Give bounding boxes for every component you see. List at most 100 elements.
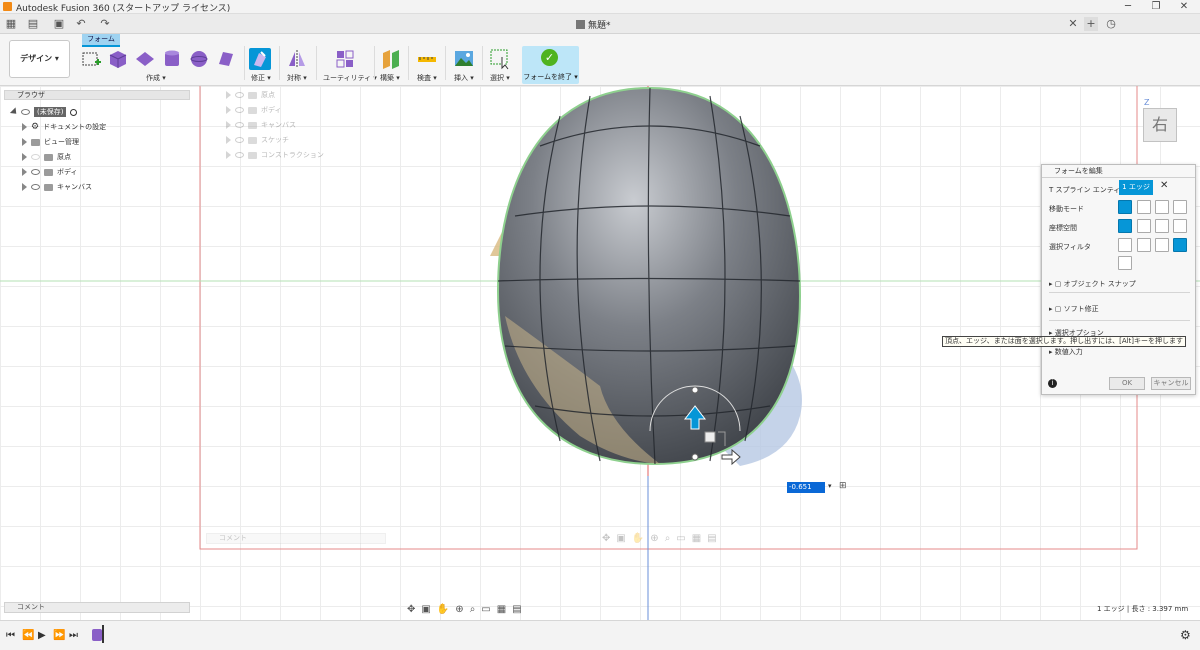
viewport-canvas[interactable] bbox=[0, 86, 1200, 620]
construct-plane-icon[interactable] bbox=[380, 48, 402, 70]
expand-icon[interactable] bbox=[22, 138, 27, 146]
distance-input[interactable]: -0.651 mm bbox=[787, 482, 825, 502]
look-at-icon[interactable]: ▣ bbox=[421, 604, 430, 615]
undo-icon[interactable]: ↶ bbox=[74, 17, 88, 31]
settings-gear-icon[interactable]: ⚙ bbox=[1180, 628, 1191, 642]
clear-selection-icon[interactable]: ✕ bbox=[1160, 180, 1168, 191]
expand-icon[interactable] bbox=[22, 183, 27, 191]
move-mode-multi-icon[interactable] bbox=[1118, 200, 1132, 214]
box-icon[interactable] bbox=[107, 48, 129, 70]
minimize-icon[interactable]: ─ bbox=[1114, 0, 1142, 14]
browser-item-named-views[interactable]: ビュー管理 bbox=[22, 136, 79, 148]
utilities-icon[interactable] bbox=[334, 48, 356, 70]
visibility-eye-icon[interactable] bbox=[31, 169, 40, 175]
browser-item-bodies[interactable]: ボディ bbox=[22, 166, 78, 178]
select-icon[interactable] bbox=[489, 48, 511, 70]
folder-icon bbox=[44, 183, 53, 191]
expand-icon[interactable] bbox=[22, 123, 27, 131]
display-settings-icon[interactable]: ▭ bbox=[481, 604, 490, 615]
orbit-icon[interactable]: ✥ bbox=[407, 604, 415, 615]
create-form-sketch-icon[interactable] bbox=[80, 48, 102, 70]
job-status-icon[interactable]: ◷ bbox=[1104, 17, 1118, 31]
object-snap-section[interactable]: ▸ ▢ オブジェクト スナップ bbox=[1049, 279, 1136, 289]
filter-face-icon[interactable] bbox=[1155, 238, 1169, 252]
coord-view-space-icon[interactable] bbox=[1118, 219, 1132, 233]
maximize-icon[interactable]: ❐ bbox=[1142, 0, 1170, 14]
fit-icon[interactable]: ⌕ bbox=[470, 604, 476, 615]
insert-group-label[interactable]: 挿入 ▾ bbox=[454, 73, 474, 83]
construct-group-label[interactable]: 構築 ▾ bbox=[380, 73, 400, 83]
step-forward-icon[interactable]: ⏩ bbox=[53, 630, 65, 641]
activate-radio-icon[interactable] bbox=[70, 108, 78, 116]
expand-icon[interactable] bbox=[22, 153, 27, 161]
cancel-button[interactable]: キャンセル bbox=[1151, 377, 1191, 390]
expand-icon[interactable] bbox=[22, 168, 27, 176]
visibility-eye-icon[interactable] bbox=[31, 154, 40, 160]
move-mode-translate-icon[interactable] bbox=[1137, 200, 1151, 214]
document-tab[interactable]: 無題* bbox=[576, 17, 611, 31]
edit-form-title[interactable]: フォームを編集 bbox=[1042, 165, 1195, 178]
insert-image-icon[interactable] bbox=[453, 48, 475, 70]
dropdown-caret-icon[interactable]: ▾ bbox=[828, 482, 832, 490]
coord-local-space-icon[interactable] bbox=[1155, 219, 1169, 233]
inspect-group-label[interactable]: 検査 ▾ bbox=[417, 73, 437, 83]
viewcube[interactable]: 右 bbox=[1143, 108, 1177, 142]
edit-form-icon[interactable] bbox=[249, 48, 271, 70]
cylinder-icon[interactable] bbox=[161, 48, 183, 70]
visibility-eye-icon[interactable] bbox=[31, 184, 40, 190]
browser-item-canvases[interactable]: キャンバス bbox=[22, 181, 92, 193]
workspace-switcher[interactable]: デザイン ▾ bbox=[9, 40, 70, 78]
symmetry-group-label[interactable]: 対称 ▾ bbox=[287, 73, 307, 83]
add-input-icon[interactable]: ⊞ bbox=[839, 481, 847, 491]
play-icon[interactable]: ▶ bbox=[38, 630, 46, 641]
filter-vertex-icon[interactable] bbox=[1118, 238, 1132, 252]
soft-modify-section[interactable]: ▸ ▢ ソフト修正 bbox=[1049, 304, 1099, 314]
file-icon[interactable]: ▤ bbox=[26, 17, 40, 31]
info-icon[interactable]: i bbox=[1048, 379, 1057, 388]
finish-form-button[interactable]: ✓ フォームを終了 ▾ bbox=[522, 46, 579, 84]
comments-panel[interactable]: コメント bbox=[4, 602, 190, 613]
create-group-label[interactable]: 作成 ▾ bbox=[146, 73, 166, 83]
pan-icon[interactable]: ✋ bbox=[437, 604, 449, 615]
modify-group-label[interactable]: 修正 ▾ bbox=[251, 73, 271, 83]
mirror-icon[interactable] bbox=[286, 48, 308, 70]
filter-edge-icon[interactable] bbox=[1137, 238, 1151, 252]
quadball-icon[interactable] bbox=[215, 48, 237, 70]
new-tab-icon[interactable]: + bbox=[1084, 17, 1098, 31]
move-mode-scale-icon[interactable] bbox=[1173, 200, 1187, 214]
grid-menu-icon[interactable]: ▦ bbox=[4, 17, 18, 31]
filter-body-icon[interactable] bbox=[1118, 256, 1132, 270]
grid-settings-icon[interactable]: ▦ bbox=[497, 604, 506, 615]
browser-item-origin[interactable]: 原点 bbox=[22, 151, 71, 163]
ok-button[interactable]: OK bbox=[1109, 377, 1145, 390]
tab-form[interactable]: フォーム bbox=[82, 34, 120, 45]
close-tab-icon[interactable]: ✕ bbox=[1066, 17, 1080, 31]
select-group-label[interactable]: 選択 ▾ bbox=[490, 73, 510, 83]
numeric-input-section[interactable]: ▸ 数値入力 bbox=[1049, 347, 1083, 357]
browser-root[interactable]: (未保存) bbox=[9, 106, 78, 118]
visibility-eye-icon[interactable] bbox=[21, 109, 30, 115]
timeline-marker[interactable] bbox=[102, 625, 104, 643]
measure-icon[interactable] bbox=[416, 48, 438, 70]
timeline-form-feature-icon[interactable] bbox=[92, 629, 102, 641]
save-icon[interactable]: ▣ bbox=[52, 17, 66, 31]
plane-icon[interactable] bbox=[134, 48, 156, 70]
move-mode-rotate-icon[interactable] bbox=[1155, 200, 1169, 214]
ghost-browser-item: コンストラクション bbox=[226, 149, 324, 161]
close-icon[interactable]: ✕ bbox=[1170, 0, 1198, 14]
expand-icon[interactable] bbox=[9, 107, 20, 117]
zoom-icon[interactable]: ⊕ bbox=[455, 604, 463, 615]
utilities-group-label[interactable]: ユーティリティ ▾ bbox=[323, 73, 377, 83]
browser-panel-header[interactable]: ブラウザ bbox=[4, 90, 190, 100]
viewports-icon[interactable]: ▤ bbox=[512, 604, 521, 615]
tspline-entity-selector[interactable]: 1 エッジ bbox=[1119, 180, 1153, 195]
sphere-icon[interactable] bbox=[188, 48, 210, 70]
coord-world-space-icon[interactable] bbox=[1137, 219, 1151, 233]
redo-icon[interactable]: ↷ bbox=[98, 17, 112, 31]
coord-parent-space-icon[interactable] bbox=[1173, 219, 1187, 233]
step-back-icon[interactable]: ⏪ bbox=[22, 630, 34, 641]
filter-all-icon[interactable] bbox=[1173, 238, 1187, 252]
go-to-start-icon[interactable]: ⏮ bbox=[6, 630, 15, 641]
browser-item-document-settings[interactable]: ⚙ ドキュメントの設定 bbox=[22, 121, 106, 133]
go-to-end-icon[interactable]: ⏭ bbox=[69, 630, 78, 641]
